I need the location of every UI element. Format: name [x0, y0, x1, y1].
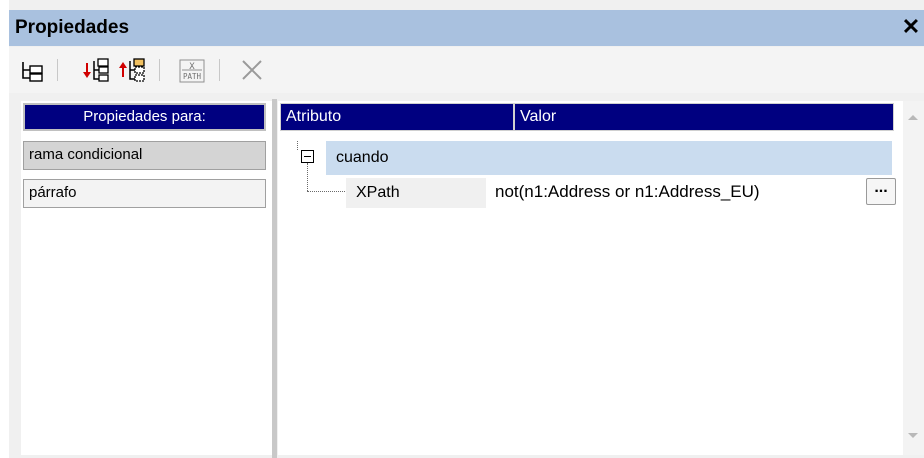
- xpath-icon-label-top: X: [189, 62, 195, 72]
- column-header-atributo[interactable]: Atributo: [280, 103, 514, 131]
- delete-icon[interactable]: [237, 57, 267, 85]
- scroll-down-icon[interactable]: [908, 433, 918, 438]
- properties-for-header: Propiedades para:: [23, 103, 266, 131]
- list-item-rama-condicional[interactable]: rama condicional: [23, 141, 266, 170]
- tree-connector-vertical: [307, 163, 308, 191]
- column-header-valor[interactable]: Valor: [514, 103, 894, 131]
- collapse-icon[interactable]: [301, 150, 314, 163]
- properties-for-pane: Propiedades para: rama condicional párra…: [21, 101, 273, 455]
- tree-group-label: cuando: [336, 149, 389, 166]
- xpath-icon[interactable]: X PATH: [177, 57, 207, 85]
- attribute-name: XPath: [356, 184, 400, 201]
- insert-before-icon[interactable]: [81, 57, 111, 85]
- tree-structure-icon[interactable]: [17, 57, 47, 85]
- vertical-scrollbar[interactable]: [903, 101, 924, 455]
- tree-connector-horizontal: [307, 191, 345, 192]
- insert-child-icon[interactable]: [117, 57, 147, 85]
- properties-panel: Propiedades ✕ X PATH Propiedades para: r…: [9, 0, 924, 458]
- edit-xpath-button[interactable]: ...: [866, 178, 896, 205]
- close-icon[interactable]: ✕: [900, 14, 922, 40]
- toolbar: X PATH: [9, 47, 924, 93]
- scroll-up-icon[interactable]: [908, 115, 918, 120]
- list-item-parrafo[interactable]: párrafo: [23, 179, 266, 208]
- tree-row-cuando[interactable]: [326, 141, 892, 175]
- pane-splitter[interactable]: [272, 99, 277, 458]
- panel-title: Propiedades: [15, 17, 130, 38]
- attribute-cell-xpath[interactable]: XPath: [346, 178, 486, 208]
- tree-connector: [297, 141, 308, 150]
- title-bar: Propiedades ✕: [9, 10, 924, 46]
- xpath-icon-label-bottom: PATH: [183, 72, 202, 81]
- attribute-grid: Atributo Valor cuando XPath not(n1:Addre…: [278, 101, 903, 455]
- xpath-value[interactable]: not(n1:Address or n1:Address_EU): [495, 182, 760, 202]
